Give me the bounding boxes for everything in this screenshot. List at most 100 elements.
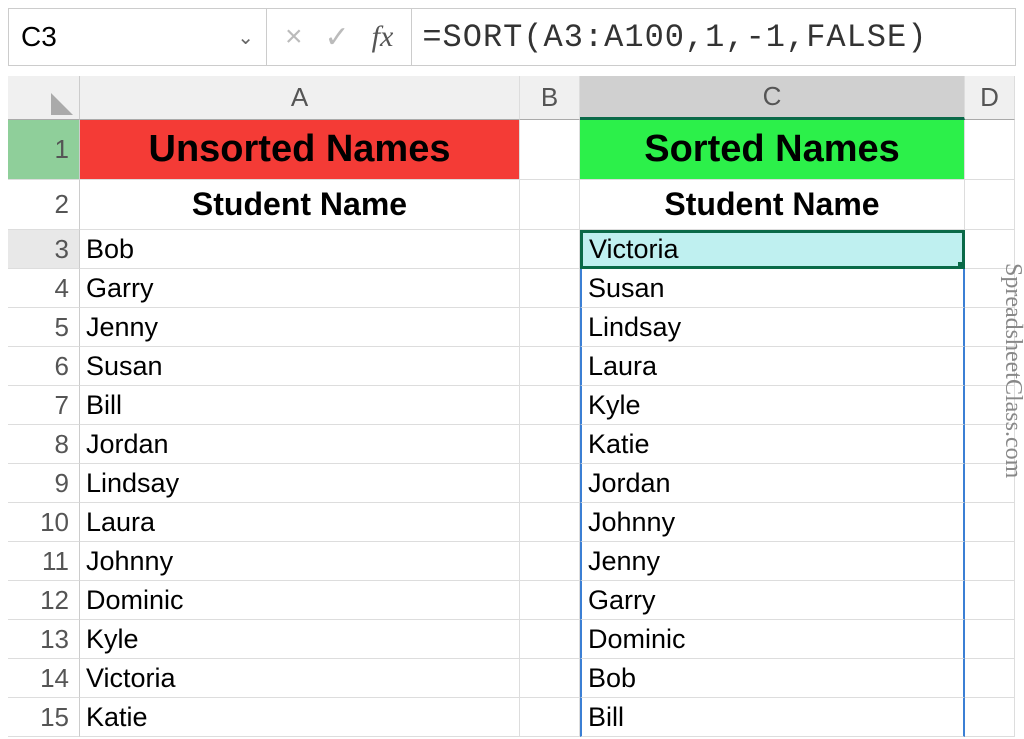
spreadsheet-grid[interactable]: A B C D 1 Unsorted Names Sorted Names 2 … <box>8 76 1024 737</box>
cell-A2[interactable]: Student Name <box>80 180 520 230</box>
row-8: 8Jordan Katie <box>8 425 1024 464</box>
row-5: 5Jenny Lindsay <box>8 308 1024 347</box>
fx-icon[interactable]: fx <box>372 20 394 54</box>
cell-A12[interactable]: Dominic <box>80 581 520 620</box>
cell-A8[interactable]: Jordan <box>80 425 520 464</box>
row-header-12[interactable]: 12 <box>8 581 80 620</box>
cell-C15[interactable]: Bill <box>580 698 965 737</box>
row-header-10[interactable]: 10 <box>8 503 80 542</box>
row-header-3[interactable]: 3 <box>8 230 80 269</box>
cell-C4[interactable]: Susan <box>580 269 965 308</box>
row-9: 9Lindsay Jordan <box>8 464 1024 503</box>
cell-B6[interactable] <box>520 347 580 386</box>
name-box-value: C3 <box>21 21 57 53</box>
cell-B14[interactable] <box>520 659 580 698</box>
cell-B13[interactable] <box>520 620 580 659</box>
cell-C6[interactable]: Laura <box>580 347 965 386</box>
row-4: 4Garry Susan <box>8 269 1024 308</box>
cell-D14[interactable] <box>965 659 1015 698</box>
cell-D12[interactable] <box>965 581 1015 620</box>
cell-D2[interactable] <box>965 180 1015 230</box>
cell-A7[interactable]: Bill <box>80 386 520 425</box>
col-header-B[interactable]: B <box>520 76 580 120</box>
column-header-row: A B C D <box>8 76 1024 120</box>
cell-C8[interactable]: Katie <box>580 425 965 464</box>
row-header-13[interactable]: 13 <box>8 620 80 659</box>
cell-C14[interactable]: Bob <box>580 659 965 698</box>
row-header-7[interactable]: 7 <box>8 386 80 425</box>
cell-A10[interactable]: Laura <box>80 503 520 542</box>
cell-B12[interactable] <box>520 581 580 620</box>
name-box[interactable]: C3 ⌄ <box>9 9 267 65</box>
confirm-icon[interactable]: ✓ <box>325 20 350 55</box>
row-header-5[interactable]: 5 <box>8 308 80 347</box>
cell-C1[interactable]: Sorted Names <box>580 120 965 180</box>
cancel-icon[interactable]: × <box>285 20 303 54</box>
formula-text: =SORT(A3:A100,1,-1,FALSE) <box>422 19 927 56</box>
cell-A13[interactable]: Kyle <box>80 620 520 659</box>
cell-C7[interactable]: Kyle <box>580 386 965 425</box>
formula-input[interactable]: =SORT(A3:A100,1,-1,FALSE) <box>412 9 1015 65</box>
cell-C11[interactable]: Jenny <box>580 542 965 581</box>
row-10: 10Laura Johnny <box>8 503 1024 542</box>
cell-A15[interactable]: Katie <box>80 698 520 737</box>
cell-D15[interactable] <box>965 698 1015 737</box>
cell-A5[interactable]: Jenny <box>80 308 520 347</box>
row-header-2[interactable]: 2 <box>8 180 80 230</box>
row-header-9[interactable]: 9 <box>8 464 80 503</box>
row-header-15[interactable]: 15 <box>8 698 80 737</box>
col-header-C[interactable]: C <box>580 76 965 120</box>
chevron-down-icon[interactable]: ⌄ <box>237 25 254 50</box>
row-header-8[interactable]: 8 <box>8 425 80 464</box>
row-2: 2 Student Name Student Name <box>8 180 1024 230</box>
row-header-6[interactable]: 6 <box>8 347 80 386</box>
cell-C13[interactable]: Dominic <box>580 620 965 659</box>
select-all-triangle[interactable] <box>8 76 80 120</box>
cell-A11[interactable]: Johnny <box>80 542 520 581</box>
cell-D1[interactable] <box>965 120 1015 180</box>
col-header-D[interactable]: D <box>965 76 1015 120</box>
cell-B9[interactable] <box>520 464 580 503</box>
cell-B5[interactable] <box>520 308 580 347</box>
watermark: SpreadsheetClass.com <box>999 263 1024 478</box>
cell-A1[interactable]: Unsorted Names <box>80 120 520 180</box>
cell-A4[interactable]: Garry <box>80 269 520 308</box>
cell-C10[interactable]: Johnny <box>580 503 965 542</box>
cell-B15[interactable] <box>520 698 580 737</box>
cell-A14[interactable]: Victoria <box>80 659 520 698</box>
cell-B11[interactable] <box>520 542 580 581</box>
row-header-11[interactable]: 11 <box>8 542 80 581</box>
cell-B8[interactable] <box>520 425 580 464</box>
formula-bar: C3 ⌄ × ✓ fx =SORT(A3:A100,1,-1,FALSE) <box>8 8 1016 66</box>
row-header-4[interactable]: 4 <box>8 269 80 308</box>
cell-B1[interactable] <box>520 120 580 180</box>
cell-A6[interactable]: Susan <box>80 347 520 386</box>
row-6: 6Susan Laura <box>8 347 1024 386</box>
cell-B2[interactable] <box>520 180 580 230</box>
formula-controls: × ✓ fx <box>267 9 412 65</box>
row-13: 13Kyle Dominic <box>8 620 1024 659</box>
row-header-14[interactable]: 14 <box>8 659 80 698</box>
cell-D13[interactable] <box>965 620 1015 659</box>
row-header-1[interactable]: 1 <box>8 120 80 180</box>
cell-C5[interactable]: Lindsay <box>580 308 965 347</box>
cell-C9[interactable]: Jordan <box>580 464 965 503</box>
row-15: 15Katie Bill <box>8 698 1024 737</box>
cell-C3[interactable]: Victoria <box>580 230 965 269</box>
cell-A3[interactable]: Bob <box>80 230 520 269</box>
cell-B4[interactable] <box>520 269 580 308</box>
cell-D11[interactable] <box>965 542 1015 581</box>
cell-B3[interactable] <box>520 230 580 269</box>
row-12: 12Dominic Garry <box>8 581 1024 620</box>
col-header-A[interactable]: A <box>80 76 520 120</box>
row-14: 14Victoria Bob <box>8 659 1024 698</box>
cell-D10[interactable] <box>965 503 1015 542</box>
row-1: 1 Unsorted Names Sorted Names <box>8 120 1024 180</box>
cell-C12[interactable]: Garry <box>580 581 965 620</box>
row-3: 3Bob Victoria <box>8 230 1024 269</box>
cell-C2[interactable]: Student Name <box>580 180 965 230</box>
cell-A9[interactable]: Lindsay <box>80 464 520 503</box>
cell-B10[interactable] <box>520 503 580 542</box>
cell-B7[interactable] <box>520 386 580 425</box>
row-7: 7Bill Kyle <box>8 386 1024 425</box>
